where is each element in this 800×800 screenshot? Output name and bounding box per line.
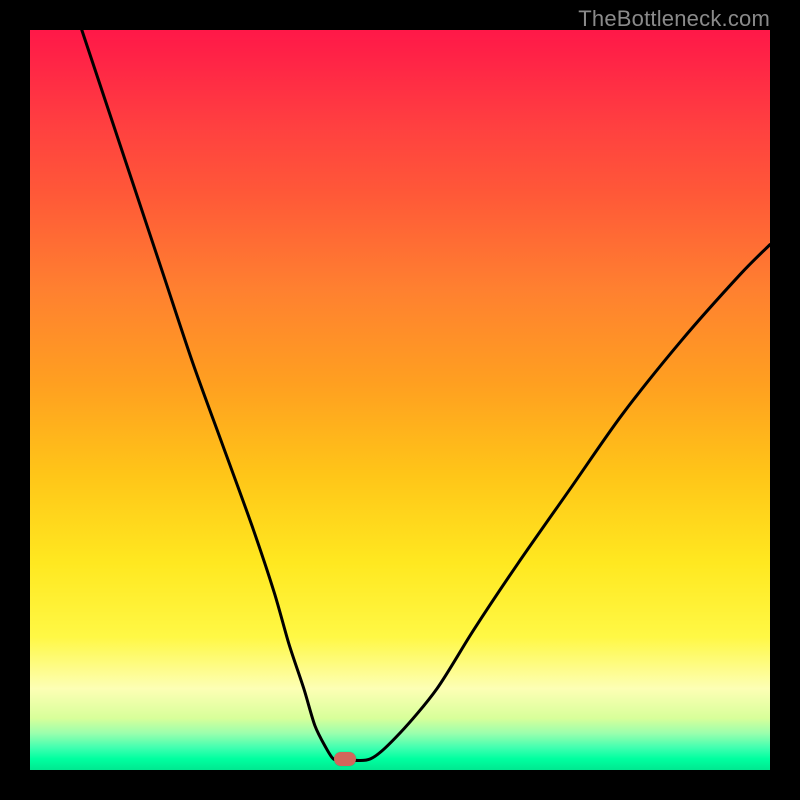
curve-svg — [30, 30, 770, 770]
chart-frame: TheBottleneck.com — [0, 0, 800, 800]
plot-area — [30, 30, 770, 770]
bottleneck-curve — [82, 30, 770, 761]
sweet-spot-marker — [334, 752, 356, 766]
watermark-text: TheBottleneck.com — [578, 6, 770, 32]
